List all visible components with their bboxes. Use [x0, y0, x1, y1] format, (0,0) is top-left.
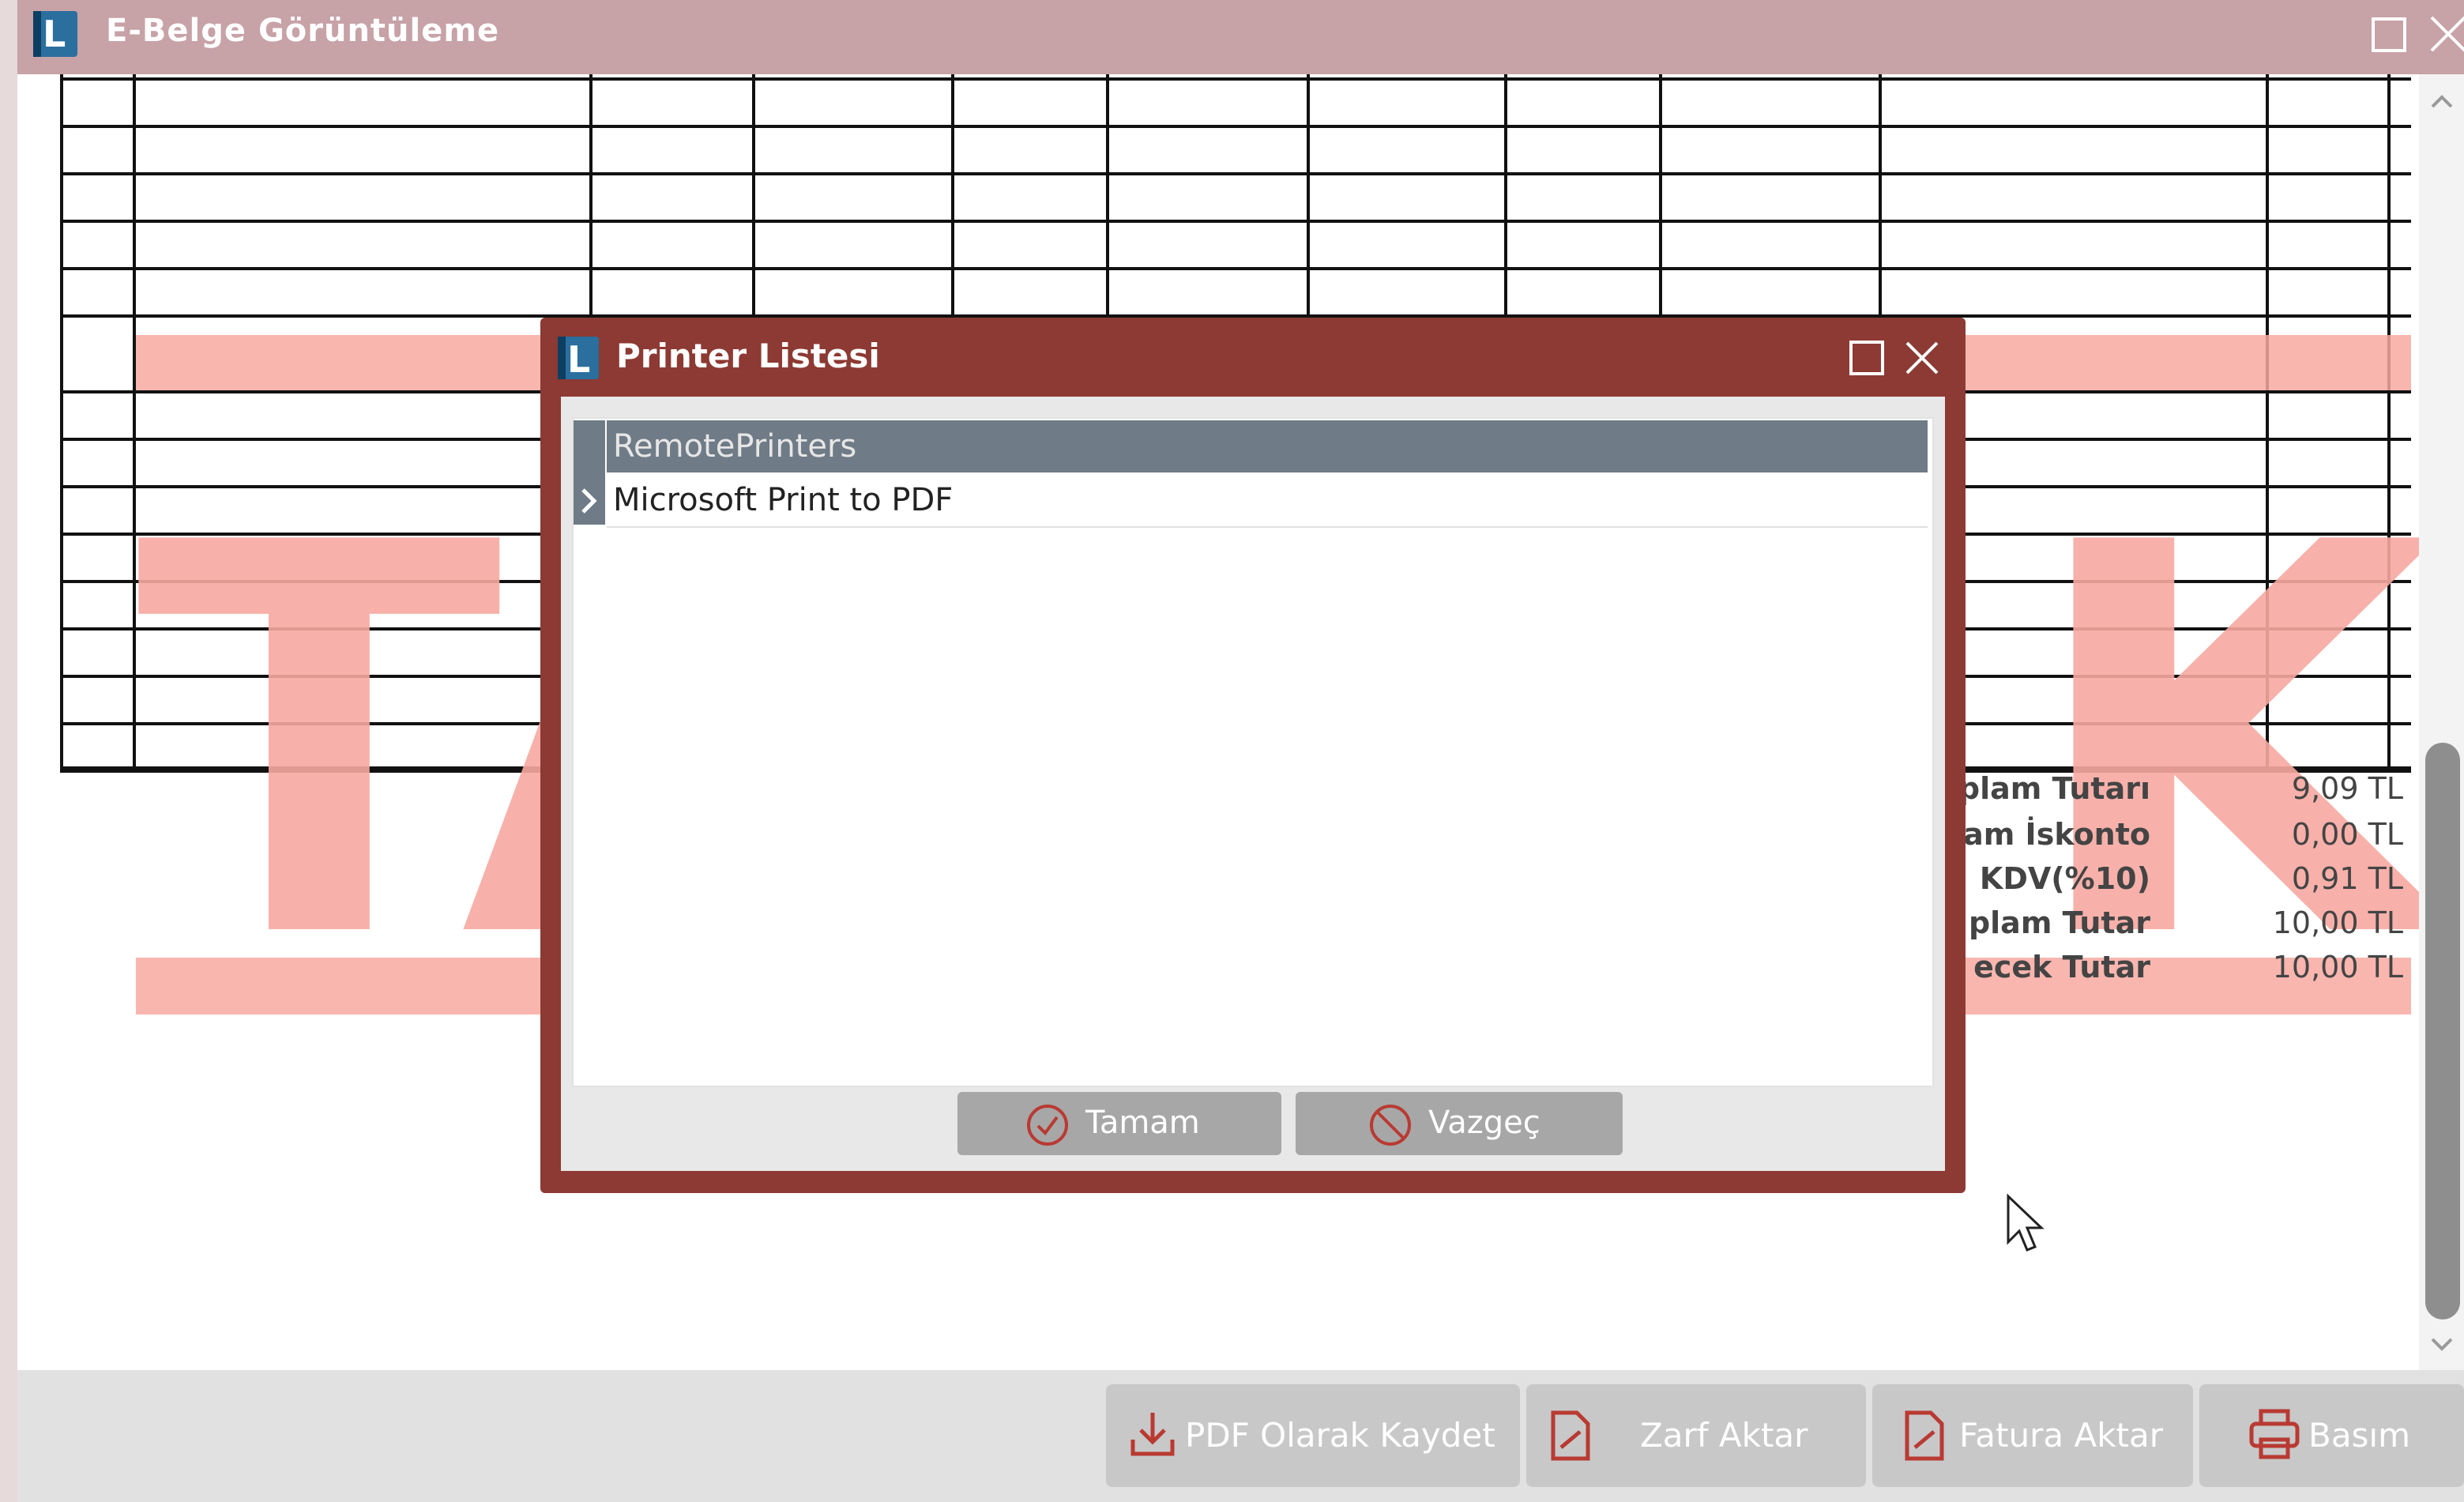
maximize-icon[interactable] [2370, 16, 2408, 54]
printer-name: RemotePrinters [613, 428, 857, 465]
printer-name: Microsoft Print to PDF [613, 482, 954, 518]
dialog-title: Printer Listesi [616, 337, 880, 375]
ok-button[interactable]: Tamam [957, 1092, 1281, 1155]
total-value: 10,00 TL [2272, 905, 2403, 940]
document-export-icon [1551, 1410, 1590, 1461]
window-title: E-Belge Görüntüleme [106, 13, 500, 49]
table-grid-line [60, 267, 2411, 270]
save-pdf-button[interactable]: PDF Olarak Kaydet [1106, 1384, 1520, 1487]
table-grid-line [60, 172, 2411, 175]
total-value: 9,09 TL [2291, 771, 2403, 806]
check-circle-icon [1027, 1105, 1068, 1146]
table-grid-line [60, 125, 2411, 128]
list-item[interactable]: Microsoft Print to PDF [607, 474, 1928, 528]
scrollbar-thumb[interactable] [2425, 743, 2460, 1319]
save-pdf-label: PDF Olarak Kaydet [1185, 1416, 1495, 1455]
scroll-down-icon[interactable] [2430, 1337, 2454, 1353]
scroll-up-icon[interactable] [2430, 93, 2454, 109]
app-logo-icon [33, 11, 77, 57]
close-icon[interactable] [2428, 14, 2464, 54]
table-grid-line [60, 220, 2411, 223]
table-grid-line [60, 74, 63, 770]
invoice-export-label: Fatura Aktar [1959, 1416, 2164, 1455]
table-grid-line [60, 77, 2411, 81]
cancel-label: Vazgeç [1428, 1105, 1540, 1141]
document-export-icon [1905, 1410, 1944, 1461]
list-item[interactable]: RemotePrinters [607, 420, 1928, 472]
cancel-icon [1370, 1105, 1411, 1146]
printer-icon [2249, 1409, 2300, 1459]
mouse-pointer-icon [2007, 1193, 2045, 1252]
maximize-icon[interactable] [1849, 340, 1885, 376]
invoice-export-button[interactable]: Fatura Aktar [1872, 1384, 2193, 1487]
ok-label: Tamam [1085, 1105, 1200, 1141]
print-label: Basım [2308, 1416, 2411, 1455]
envelope-export-button[interactable]: Zarf Aktar [1526, 1384, 1866, 1487]
envelope-export-label: Zarf Aktar [1640, 1416, 1808, 1455]
print-button[interactable]: Basım [2199, 1384, 2464, 1487]
total-value: 0,91 TL [2291, 861, 2403, 896]
chevron-right-icon [581, 488, 597, 514]
window-title-bar[interactable]: E-Belge Görüntüleme [17, 0, 2464, 74]
cancel-button[interactable]: Vazgeç [1296, 1092, 1623, 1155]
app-logo-icon [558, 337, 599, 381]
total-value: 10,00 TL [2272, 950, 2403, 984]
total-value: 0,00 TL [2291, 817, 2403, 852]
download-icon [1130, 1413, 1175, 1456]
close-icon[interactable] [1904, 340, 1940, 376]
